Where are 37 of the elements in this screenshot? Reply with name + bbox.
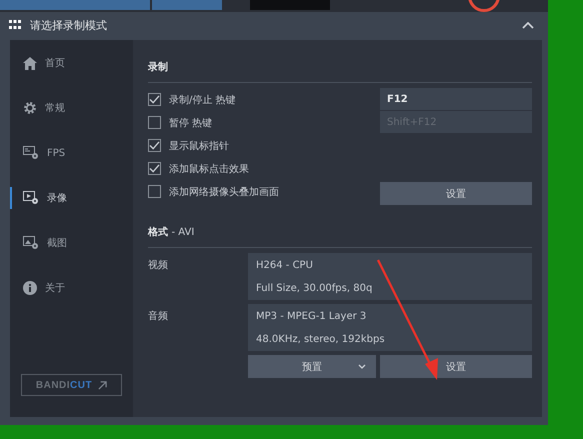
picture-gear-icon bbox=[23, 236, 39, 250]
checkbox-option[interactable]: 录制/停止 热键 bbox=[148, 91, 279, 108]
settings-button[interactable]: 设置 bbox=[380, 182, 532, 205]
audio-codec-box[interactable]: MP3 - MPEG-1 Layer 3 48.0KHz, stereo, 192kbps bbox=[248, 304, 532, 351]
checkbox-option[interactable]: 添加网络摄像头叠加画面 bbox=[148, 183, 279, 200]
sidebar-item[interactable]: 常规 bbox=[10, 97, 133, 119]
video-gear-icon bbox=[23, 191, 39, 205]
hotkey-field[interactable]: F12 bbox=[380, 88, 532, 110]
checkbox-option[interactable]: 暂停 热键 bbox=[148, 114, 279, 131]
checkbox[interactable] bbox=[148, 116, 161, 129]
sidebar-item[interactable]: 关于 bbox=[10, 277, 133, 299]
video-label: 视频 bbox=[148, 258, 168, 273]
checkbox[interactable] bbox=[148, 139, 161, 152]
external-arrow-icon bbox=[98, 380, 108, 390]
section-heading: 格式 - AVI bbox=[148, 226, 196, 239]
collapse-chevron-icon[interactable] bbox=[522, 22, 534, 28]
video-codec-box[interactable]: H264 - CPU Full Size, 30.00fps, 80q bbox=[248, 253, 532, 300]
checkbox[interactable] bbox=[148, 185, 161, 198]
gear-icon bbox=[23, 101, 37, 115]
bandicut-link-button[interactable]: BANDICUT bbox=[21, 374, 122, 396]
info-icon bbox=[23, 281, 37, 295]
grid-icon bbox=[9, 20, 21, 30]
section-heading: 录制 bbox=[148, 60, 169, 74]
audio-label: 音频 bbox=[148, 310, 168, 324]
checkbox-option[interactable]: 显示鼠标指针 bbox=[148, 137, 279, 154]
home-icon bbox=[23, 56, 37, 70]
preset-dropdown-button[interactable]: 预置 bbox=[248, 355, 376, 378]
checkbox[interactable] bbox=[148, 93, 161, 106]
sidebar-item[interactable]: 首页 bbox=[10, 52, 133, 74]
checkbox-option[interactable]: 添加鼠标点击效果 bbox=[148, 160, 279, 177]
sidebar-item[interactable]: 截图 bbox=[10, 232, 133, 254]
window-title: 请选择录制模式 bbox=[30, 18, 108, 32]
settings-button[interactable]: 设置 bbox=[380, 355, 532, 378]
caret-icon bbox=[358, 364, 366, 369]
checkbox[interactable] bbox=[148, 162, 161, 175]
monitor-gear-icon bbox=[23, 146, 39, 160]
sidebar-item[interactable]: FPS bbox=[10, 142, 133, 164]
